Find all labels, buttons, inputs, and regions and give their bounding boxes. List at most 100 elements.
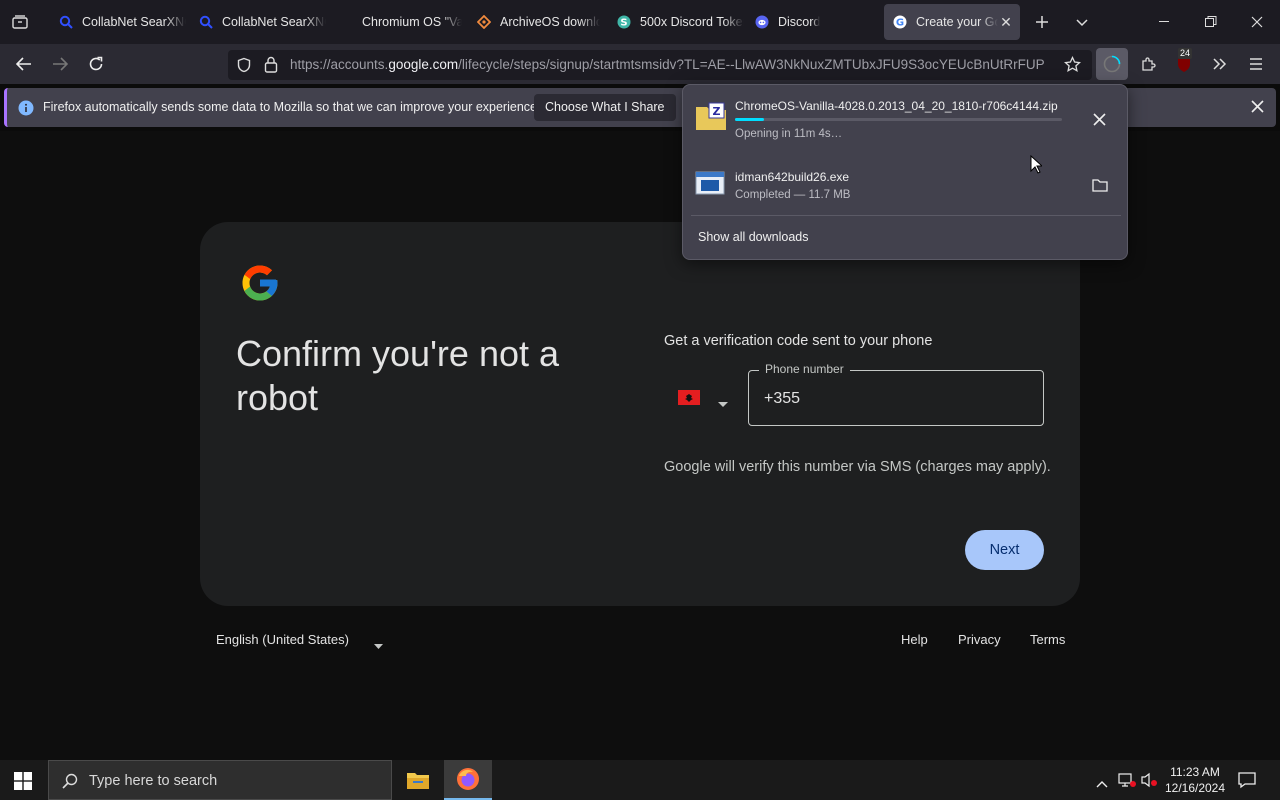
phone-number-field[interactable]: Phone number +355 xyxy=(748,362,1044,426)
extensions-puzzle-icon[interactable] xyxy=(1132,48,1164,80)
ublock-extension-icon[interactable]: 24 xyxy=(1168,48,1200,80)
navigation-toolbar: https://accounts.google.com/lifecycle/st… xyxy=(0,44,1280,84)
phone-number-label: Phone number xyxy=(759,362,850,376)
google-icon: G xyxy=(892,14,908,30)
tracking-protection-shield-icon[interactable] xyxy=(236,57,252,78)
chevron-down-icon xyxy=(374,637,383,652)
tab-chromium-os[interactable]: Chromium OS "Vanilla" xyxy=(330,4,462,40)
show-all-downloads-button[interactable]: Show all downloads xyxy=(698,230,809,244)
back-icon[interactable] xyxy=(8,48,40,80)
show-hidden-icons-chevron-icon[interactable] xyxy=(1096,775,1108,793)
downloads-panel: Z ChromeOS-Vanilla-4028.0.2013_04_20_181… xyxy=(682,84,1128,260)
windows-start-icon[interactable] xyxy=(14,772,32,795)
divider xyxy=(691,215,1121,216)
tab-label: CollabNet SearXNG xyxy=(82,15,186,29)
language-label: English (United States) xyxy=(216,632,349,647)
downloads-icon[interactable] xyxy=(1096,48,1128,80)
lock-icon[interactable] xyxy=(264,56,278,78)
address-bar[interactable]: https://accounts.google.com/lifecycle/st… xyxy=(228,50,1092,80)
download-progress-bar xyxy=(735,118,1062,121)
tab-searxng-1[interactable]: CollabNet SearXNG xyxy=(50,4,186,40)
s-icon: S xyxy=(616,14,632,30)
signup-card: Confirm you're not a robot Get a verific… xyxy=(200,222,1080,606)
show-in-folder-icon[interactable] xyxy=(1092,178,1108,197)
app-menu-hamburger-icon[interactable] xyxy=(1240,48,1272,80)
tab-label: CollabNet SearXNG xyxy=(222,15,326,29)
download-filename: ChromeOS-Vanilla-4028.0.2013_04_20_1810-… xyxy=(735,99,1058,113)
clock-time: 11:23 AM xyxy=(1170,765,1220,779)
cancel-download-icon[interactable] xyxy=(1093,113,1106,131)
notifications-icon[interactable] xyxy=(1238,771,1256,794)
google-logo-icon xyxy=(239,262,281,309)
bookmark-star-icon[interactable] xyxy=(1064,55,1081,78)
volume-muted-icon[interactable] xyxy=(1141,772,1159,793)
url-host: google.com xyxy=(388,57,459,72)
close-tab-icon[interactable]: ✕ xyxy=(998,14,1014,30)
tab-archiveos[interactable]: ArchiveOS download xyxy=(468,4,600,40)
windows-taskbar: Type here to search 11:23 AM 12/16/2024 xyxy=(0,760,1280,800)
extension-badge: 24 xyxy=(1178,48,1193,59)
clock-date: 12/16/2024 xyxy=(1164,781,1226,795)
download-item-idman[interactable]: idman642build26.exe Completed — 11.7 MB xyxy=(683,155,1127,211)
country-code-select[interactable] xyxy=(670,372,740,424)
terms-link[interactable]: Terms xyxy=(1030,632,1065,647)
tab-searxng-2[interactable]: CollabNet SearXNG xyxy=(190,4,326,40)
tab-label: Chromium OS "Vanilla" xyxy=(362,15,462,29)
phone-number-input[interactable]: +355 xyxy=(764,390,800,408)
exe-file-icon xyxy=(695,171,725,200)
url-text[interactable]: https://accounts.google.com/lifecycle/st… xyxy=(290,57,1052,72)
tab-label: ArchiveOS download xyxy=(500,15,600,29)
forward-icon[interactable] xyxy=(44,48,76,80)
search-icon xyxy=(58,14,74,30)
svg-text:S: S xyxy=(620,18,627,29)
taskbar-search-placeholder: Type here to search xyxy=(89,773,218,789)
download-progress-fill xyxy=(735,118,765,121)
url-prefix: https://accounts. xyxy=(290,57,389,72)
download-filename: idman642build26.exe xyxy=(735,170,850,184)
albania-flag-icon xyxy=(678,390,700,405)
privacy-link[interactable]: Privacy xyxy=(958,632,1001,647)
chevron-down-icon xyxy=(718,395,728,413)
svg-text:Z: Z xyxy=(713,105,721,118)
sms-disclaimer: Google will verify this number via SMS (… xyxy=(664,459,1051,475)
tab-list-icon[interactable] xyxy=(6,10,34,34)
blank-page-icon xyxy=(338,14,354,30)
next-button[interactable]: Next xyxy=(965,530,1044,570)
tab-create-google-account[interactable]: G Create your Google Account ✕ xyxy=(884,4,1020,40)
tab-label: Create your Google Account xyxy=(916,15,998,29)
search-icon xyxy=(62,773,78,794)
minimize-icon[interactable] xyxy=(1142,0,1188,44)
new-tab-icon[interactable] xyxy=(1030,10,1054,34)
notification-text: Firefox automatically sends some data to… xyxy=(43,100,541,114)
zip-file-icon: Z xyxy=(695,101,727,136)
clock[interactable]: 11:23 AM 12/16/2024 xyxy=(1162,764,1228,796)
download-item-chromeos[interactable]: Z ChromeOS-Vanilla-4028.0.2013_04_20_181… xyxy=(683,85,1127,149)
svg-text:G: G xyxy=(896,18,904,29)
tab-label: Discord xyxy=(778,15,821,29)
choose-what-i-share-button[interactable]: Choose What I Share xyxy=(534,94,676,121)
discord-icon xyxy=(754,14,770,30)
overflow-menu-icon[interactable] xyxy=(1204,48,1236,80)
mouse-cursor-icon xyxy=(1030,154,1044,179)
network-disconnected-icon[interactable] xyxy=(1118,772,1136,793)
archive-icon xyxy=(476,14,492,30)
taskbar-search-box[interactable]: Type here to search xyxy=(48,760,392,800)
download-status: Completed — 11.7 MB xyxy=(735,189,851,201)
close-window-icon[interactable] xyxy=(1234,0,1280,44)
download-status: Opening in 11m 4s… xyxy=(735,128,843,140)
reload-icon[interactable] xyxy=(80,48,112,80)
language-select[interactable]: English (United States) xyxy=(216,632,383,649)
tab-discord-tokens[interactable]: S 500x Discord Tokens xyxy=(608,4,744,40)
tab-discord[interactable]: Discord xyxy=(746,4,882,40)
file-explorer-icon[interactable] xyxy=(398,760,438,800)
search-icon xyxy=(198,14,214,30)
help-link[interactable]: Help xyxy=(901,632,928,647)
firefox-taskbar-icon[interactable] xyxy=(444,760,492,800)
url-path: /lifecycle/steps/signup/startmtsmsidv?TL… xyxy=(458,57,1045,72)
close-notification-icon[interactable] xyxy=(1251,100,1264,118)
restore-icon[interactable] xyxy=(1188,0,1234,44)
list-all-tabs-icon[interactable] xyxy=(1070,10,1094,34)
verification-label: Get a verification code sent to your pho… xyxy=(664,333,933,349)
page-title: Confirm you're not a robot xyxy=(236,333,560,418)
info-icon xyxy=(18,100,34,121)
